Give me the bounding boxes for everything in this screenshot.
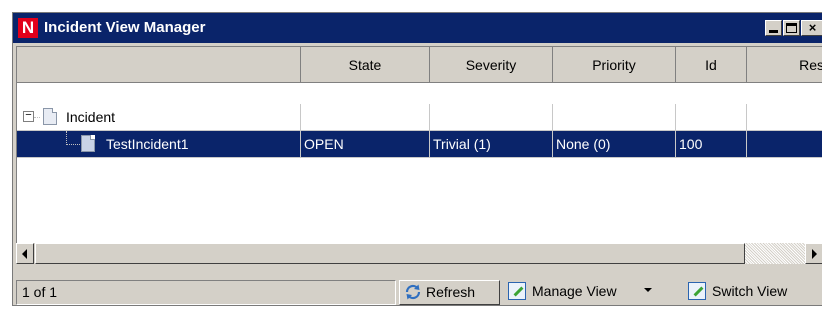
incident-view-manager-window: N Incident View Manager × State Severity…: [12, 12, 822, 306]
refresh-button[interactable]: Refresh: [399, 280, 500, 305]
edit-view-icon: [688, 282, 706, 300]
maximize-button[interactable]: [783, 20, 800, 36]
refresh-label: Refresh: [426, 284, 476, 300]
scroll-right-button[interactable]: [805, 243, 822, 264]
severity-cell: [430, 104, 553, 131]
tree-connector: [66, 144, 80, 145]
arrow-left-icon: [22, 249, 27, 259]
novell-logo-icon: N: [18, 18, 38, 38]
switch-view-button[interactable]: Switch View: [688, 280, 787, 305]
column-header-severity[interactable]: Severity: [430, 47, 553, 83]
manage-view-button[interactable]: Manage View: [508, 280, 617, 305]
priority-cell: None (0): [553, 131, 676, 158]
column-header-state[interactable]: State: [301, 47, 430, 83]
severity-cell: Trivial (1): [430, 131, 553, 158]
minimize-icon: [769, 30, 778, 33]
document-icon: [81, 135, 95, 152]
tree-cell: − Incident: [17, 104, 301, 131]
document-icon: [43, 108, 57, 125]
scroll-thumb[interactable]: [35, 243, 745, 264]
column-header-id[interactable]: Id: [676, 47, 747, 83]
edit-view-icon: [508, 282, 526, 300]
state-cell: OPEN: [301, 131, 430, 158]
status-bar: 1 of 1 Refresh Manage View Switch View: [16, 278, 822, 306]
column-header-res[interactable]: Res: [747, 47, 822, 83]
minimize-button[interactable]: [765, 20, 782, 36]
close-icon: ×: [808, 20, 817, 35]
horizontal-scrollbar[interactable]: [16, 243, 822, 265]
res-cell: [747, 131, 822, 158]
res-cell: [747, 104, 822, 131]
tree-cell: TestIncident1: [17, 131, 301, 158]
state-cell: [301, 104, 430, 131]
record-count: 1 of 1: [16, 280, 396, 305]
refresh-icon: [405, 284, 421, 300]
scroll-track[interactable]: [745, 243, 805, 264]
title-bar[interactable]: N Incident View Manager ×: [13, 13, 822, 43]
collapse-icon[interactable]: −: [23, 110, 34, 122]
row-name: Incident: [66, 109, 116, 125]
row-name: TestIncident1: [106, 136, 189, 152]
maximize-icon: [786, 23, 797, 33]
arrow-right-icon: [812, 249, 817, 259]
tree-connector: [34, 117, 40, 118]
manage-view-dropdown-icon[interactable]: [644, 288, 652, 292]
scroll-left-button[interactable]: [16, 243, 34, 264]
window-title: Incident View Manager: [44, 19, 206, 36]
table-header: State Severity Priority Id Res: [17, 47, 822, 83]
table-row[interactable]: − Incident: [17, 104, 822, 131]
column-header-name[interactable]: [17, 47, 301, 83]
manage-view-label: Manage View: [532, 283, 617, 299]
close-button[interactable]: ×: [801, 20, 822, 36]
column-header-priority[interactable]: Priority: [553, 47, 676, 83]
id-cell: 100: [676, 131, 747, 158]
tree-connector: [66, 131, 67, 145]
switch-view-label: Switch View: [712, 283, 788, 299]
id-cell: [676, 104, 747, 131]
priority-cell: [553, 104, 676, 131]
incident-table: State Severity Priority Id Res − Inciden…: [16, 46, 822, 243]
table-row[interactable]: TestIncident1 OPEN Trivial (1) None (0) …: [17, 131, 822, 158]
